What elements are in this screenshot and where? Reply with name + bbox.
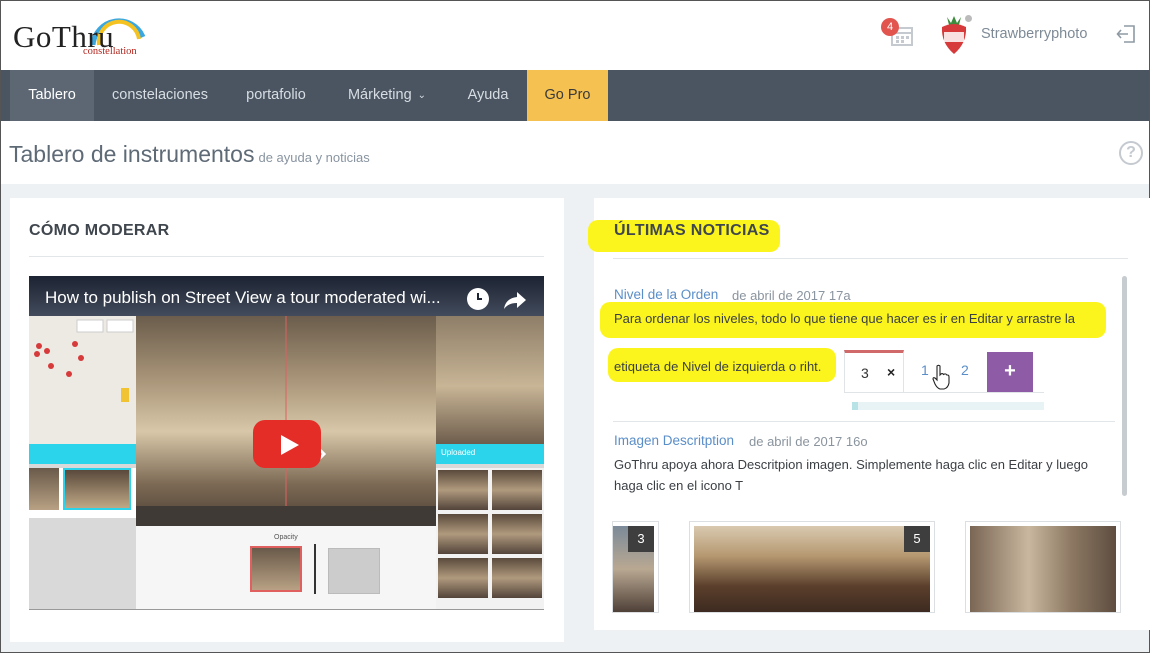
tab-strip-marker (852, 402, 858, 410)
panel-title: CÓMO MODERAR (29, 222, 170, 239)
divider (29, 609, 544, 610)
nav-label: Go Pro (544, 87, 591, 103)
grid-thumb (492, 514, 542, 554)
nav-label: Tablero (28, 87, 76, 103)
page-title: Tablero de instrumentos de ayuda y notici… (9, 141, 370, 168)
grid-thumb (438, 558, 488, 598)
tab-label: 3 (861, 365, 869, 381)
close-icon[interactable]: × (887, 364, 895, 380)
share-icon[interactable] (503, 290, 527, 310)
panel-title: ÚLTIMAS NOTICIAS (614, 222, 770, 239)
grid-thumb (438, 470, 488, 510)
video-map-preview (29, 316, 136, 444)
nav-item-ayuda[interactable]: Ayuda (452, 70, 524, 121)
video-player[interactable]: Uploaded Opacity How to publish on Stree… (29, 276, 544, 610)
notification-badge[interactable]: 4 (881, 18, 899, 36)
logout-icon[interactable] (1116, 25, 1136, 43)
video-right-preview (436, 316, 544, 444)
divider (613, 258, 1128, 259)
page-title-bar: Tablero de instrumentos de ayuda y notici… (1, 121, 1149, 184)
news-date: de abril de 2017 16o (749, 434, 868, 449)
gothru-logo[interactable]: GoThru constellation (13, 7, 153, 63)
video-title[interactable]: How to publish on Street View a tour mod… (45, 288, 441, 308)
nav-item-go-pro[interactable]: Go Pro (527, 70, 608, 121)
news-date: de abril de 2017 17a (732, 288, 851, 303)
play-icon (281, 435, 299, 455)
news-text: Para ordenar los niveles, todo lo que ti… (614, 311, 1076, 326)
help-icon[interactable]: ? (1119, 141, 1143, 165)
tab-level[interactable]: 2 (961, 362, 969, 378)
news-text: etiqueta de Nivel de izquierda o riht. (614, 359, 822, 374)
divider (844, 392, 1044, 393)
uploaded-label: Uploaded (441, 448, 476, 457)
username[interactable]: Strawberryphoto (981, 26, 1087, 42)
map-markers (34, 319, 134, 402)
add-level-button[interactable]: + (987, 352, 1033, 392)
nav-label: Márketing (347, 87, 412, 103)
nav-item-portafolio[interactable]: portafolio (228, 70, 324, 121)
level-tabs-illustration: 3 × 1 2 + (844, 350, 1044, 412)
nav-item-marketing[interactable]: Márketing ⌄ (328, 70, 446, 121)
nav-label: Ayuda (467, 87, 509, 103)
divider (29, 256, 544, 257)
status-dot (965, 15, 972, 22)
play-button[interactable] (253, 420, 321, 468)
grid-thumb (492, 558, 542, 598)
photo-thumbnail[interactable] (965, 521, 1121, 613)
nav-item-constelaciones[interactable]: constelaciones (96, 70, 224, 121)
tab-level-active[interactable]: 3 × (844, 350, 904, 392)
grid-thumb (492, 470, 542, 510)
chevron-down-icon: ⌄ (417, 90, 427, 101)
opacity-thumb (250, 546, 302, 592)
main-nav: Tablero constelaciones portafolio Márket… (1, 70, 1149, 121)
photo-image (970, 526, 1116, 612)
video-bar-left (29, 444, 136, 464)
video-title-bar: How to publish on Street View a tour mod… (29, 276, 544, 316)
panel-how-to-moderate: CÓMO MODERAR Uploaded Opacity How to pub… (10, 198, 564, 642)
nav-label: constelaciones (112, 87, 208, 103)
tab-strip (852, 402, 1044, 410)
photo-number: 5 (904, 526, 930, 552)
video-opacity-area: Opacity (136, 526, 436, 610)
page-subtitle: de ayuda y noticias (258, 150, 370, 165)
news-title-link[interactable]: Nivel de la Orden (614, 287, 718, 302)
news-title-link[interactable]: Imagen Descritption (614, 433, 734, 448)
photo-thumbnail[interactable]: 3 (612, 521, 659, 613)
nav-label: portafolio (246, 87, 306, 103)
hand-cursor-icon (932, 364, 950, 390)
clock-icon[interactable] (467, 288, 489, 310)
logo-subtext: constellation (83, 46, 137, 57)
clock-hands (477, 293, 482, 300)
thumbnail (63, 468, 131, 510)
panel-latest-news: ÚLTIMAS NOTICIAS Nivel de la Orden de ab… (588, 198, 1150, 630)
divider (613, 421, 1115, 422)
video-thumbnail-grid (436, 468, 544, 610)
tab-level[interactable]: 1 (921, 362, 929, 378)
opacity-slider (314, 544, 316, 594)
nav-item-tablero[interactable]: Tablero (10, 70, 94, 121)
grid-thumb (438, 514, 488, 554)
opacity-label: Opacity (274, 534, 298, 541)
video-thumbnails (29, 468, 136, 518)
photo-number: 3 (628, 526, 654, 552)
placeholder-thumb (328, 548, 380, 594)
thumbnail (29, 468, 59, 510)
page-title-text: Tablero de instrumentos (9, 141, 255, 167)
photo-image (694, 526, 930, 612)
scrollbar[interactable] (1122, 276, 1127, 496)
photo-thumbnail[interactable]: 5 (689, 521, 935, 613)
news-text: GoThru apoya ahora Descritpion imagen. S… (614, 457, 1089, 493)
header: GoThru constellation 4 Strawberryphoto (1, 1, 1149, 70)
